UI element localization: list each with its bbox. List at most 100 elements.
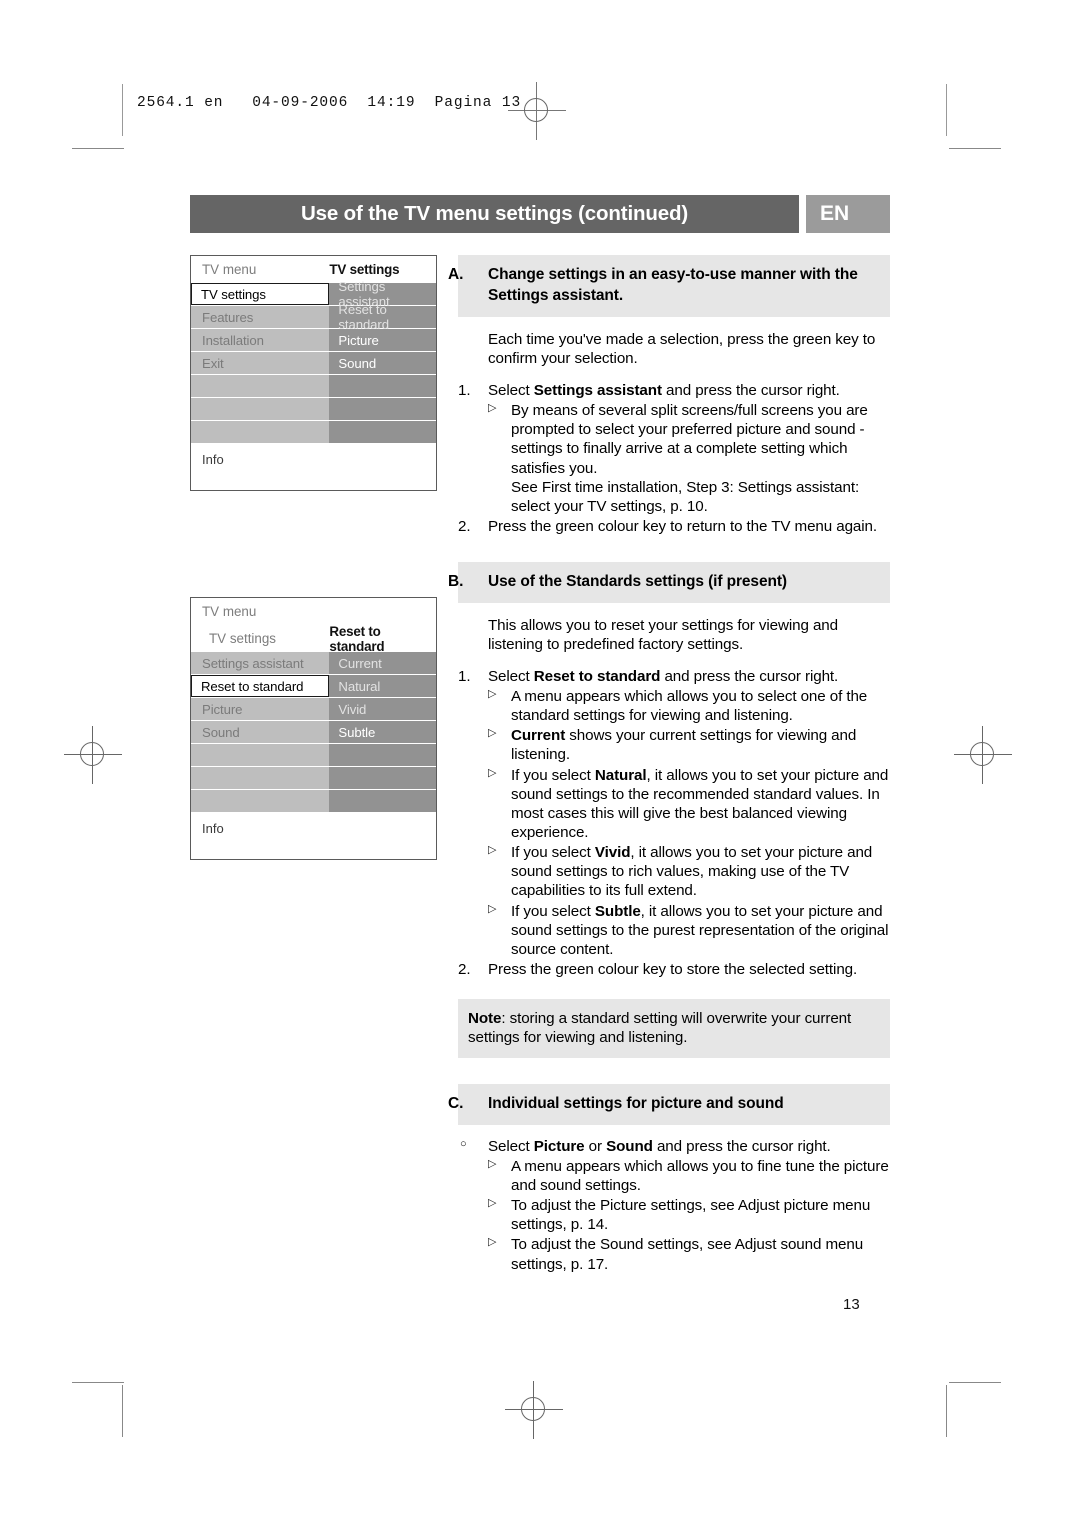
osd2-right-item-vivid[interactable]: Vivid bbox=[329, 698, 436, 720]
osd2-row[interactable]: Sound Subtle bbox=[191, 721, 436, 743]
section-c-label: C. bbox=[448, 1095, 464, 1113]
section-b-bullet-3-bold: Vivid bbox=[594, 844, 631, 862]
section-b-bullet-4-pre: If you select bbox=[511, 902, 595, 920]
osd1-right-item-picture[interactable]: Picture bbox=[329, 329, 436, 351]
section-a-bullet-1-continuation: See First time installation, Step 3: Set… bbox=[511, 478, 860, 515]
registration-mark-bottom bbox=[505, 1381, 563, 1439]
osd1-header-left: TV menu bbox=[202, 262, 257, 277]
triangle-bullet-icon: ▷ bbox=[488, 1157, 497, 1170]
section-b-step-2: 2. Press the green colour key to store th… bbox=[458, 960, 890, 979]
osd2-header-left: TV settings bbox=[209, 631, 276, 646]
page-title-bar: Use of the TV menu settings (continued) … bbox=[190, 195, 890, 233]
osd1-row[interactable]: Features Reset to standard bbox=[191, 302, 436, 332]
osd1-header-right: TV settings bbox=[329, 262, 400, 277]
language-badge: EN bbox=[806, 195, 890, 233]
osd1-left-item-exit[interactable]: Exit bbox=[191, 352, 330, 374]
osd2-left-item-sound[interactable]: Sound bbox=[191, 721, 330, 743]
osd1-row-empty bbox=[191, 421, 436, 443]
section-b-intro: This allows you to reset your settings f… bbox=[488, 616, 838, 653]
spacer-note-c bbox=[458, 1058, 890, 1084]
section-a-step-2-number: 2. bbox=[458, 518, 471, 536]
osd2-left-empty bbox=[191, 744, 330, 766]
note-box: Note: storing a standard setting will ov… bbox=[458, 999, 890, 1059]
content-columns: TV menu TV settings TV settings Settings… bbox=[190, 255, 890, 1274]
crop-mark-top-right-horizontal bbox=[949, 148, 1001, 149]
osd2-right-empty bbox=[329, 790, 436, 812]
section-b-step-1-number: 1. bbox=[458, 667, 471, 685]
section-a-step-2: 2. Press the green colour key to return t… bbox=[458, 517, 890, 536]
crop-mark-bottom-right-vertical bbox=[946, 1385, 947, 1437]
osd1-right-empty bbox=[329, 375, 436, 397]
osd1-left-item-installation[interactable]: Installation bbox=[191, 329, 330, 351]
osd1-right-empty bbox=[329, 421, 436, 443]
section-a-step-1-post: and press the cursor right. bbox=[661, 382, 840, 400]
section-c-item-bold-picture: Picture bbox=[533, 1137, 585, 1155]
osd2-left-item-reset-to-standard[interactable]: Reset to standard bbox=[191, 675, 330, 697]
triangle-bullet-icon: ▷ bbox=[488, 1236, 497, 1249]
osd2-row[interactable]: Picture Vivid bbox=[191, 698, 436, 720]
osd1-info-panel: Info bbox=[191, 444, 436, 490]
triangle-bullet-icon: ▷ bbox=[488, 727, 497, 740]
spacer-a-b bbox=[458, 536, 890, 562]
section-b-bullet-1-bold: Current bbox=[511, 727, 566, 745]
osd2-header-row: TV settings Reset to standard bbox=[191, 624, 436, 654]
note-label: Note bbox=[468, 1010, 502, 1028]
osd1-left-item-features[interactable]: Features bbox=[191, 306, 330, 328]
circle-bullet-icon: ○ bbox=[460, 1137, 467, 1150]
crop-mark-top-left-horizontal bbox=[72, 148, 124, 149]
triangle-bullet-icon: ▷ bbox=[488, 1197, 497, 1210]
osd1-right-empty bbox=[329, 398, 436, 420]
osd2-row[interactable]: Reset to standard Natural bbox=[191, 675, 436, 697]
section-c-item-bold-sound: Sound bbox=[606, 1137, 653, 1155]
osd1-right-item-reset-to-standard[interactable]: Reset to standard bbox=[329, 302, 436, 332]
crop-mark-bottom-left-vertical bbox=[122, 1385, 123, 1437]
osd2-row-empty bbox=[191, 767, 436, 789]
osd1-rows: TV settings Settings assistant Features … bbox=[191, 279, 436, 443]
tv-menu-diagram-1: TV menu TV settings TV settings Settings… bbox=[190, 255, 437, 491]
osd2-header-row-top: TV menu bbox=[191, 598, 436, 625]
registration-mark-top bbox=[508, 82, 566, 140]
section-b-heading-text: Use of the Standards settings (if presen… bbox=[488, 573, 787, 591]
section-a-step-1-bold: Settings assistant bbox=[533, 382, 662, 400]
osd2-row-empty bbox=[191, 744, 436, 766]
section-a-step-2-text: Press the green colour key to return to … bbox=[488, 518, 878, 536]
section-b-step-1-bold: Reset to standard bbox=[533, 667, 661, 685]
section-b-bullet-2-pre: If you select bbox=[511, 766, 595, 784]
section-c-item-post: and press the cursor right. bbox=[652, 1137, 831, 1155]
section-b-step-2-text: Press the green colour key to store the … bbox=[488, 960, 858, 978]
triangle-bullet-icon: ▷ bbox=[488, 402, 497, 415]
section-a-intro: Each time you've made a selection, press… bbox=[488, 330, 876, 367]
page-number: 13 bbox=[843, 1296, 860, 1313]
registration-mark-right bbox=[954, 726, 1012, 784]
osd1-left-item-tv-settings[interactable]: TV settings bbox=[191, 283, 330, 305]
osd2-left-empty bbox=[191, 767, 330, 789]
osd2-right-item-current[interactable]: Current bbox=[329, 652, 436, 674]
osd2-left-item-settings-assistant[interactable]: Settings assistant bbox=[191, 652, 330, 674]
section-b-step-1-pre: Select bbox=[488, 667, 534, 685]
osd2-right-item-natural[interactable]: Natural bbox=[329, 675, 436, 697]
osd1-row-empty bbox=[191, 398, 436, 420]
tv-menu-diagram-2: TV menu TV settings Reset to standard Se… bbox=[190, 597, 437, 860]
osd1-row-empty bbox=[191, 375, 436, 397]
osd1-row[interactable]: Installation Picture bbox=[191, 329, 436, 351]
section-c-item-mid: or bbox=[584, 1137, 607, 1155]
triangle-bullet-icon: ▷ bbox=[488, 766, 497, 779]
section-b-step-2-number: 2. bbox=[458, 960, 471, 978]
section-c-bullet: ▷ To adjust the Picture settings, see Adj… bbox=[458, 1196, 890, 1234]
triangle-bullet-icon: ▷ bbox=[488, 902, 497, 915]
section-b-bullet-2-bold: Natural bbox=[594, 766, 647, 784]
section-b-bullet: ▷ If you select Natural, it allows you to… bbox=[458, 766, 890, 843]
section-a-step-1: 1. Select Settings assistant and press th… bbox=[458, 381, 890, 400]
osd2-row[interactable]: Settings assistant Current bbox=[191, 652, 436, 674]
osd2-row-empty bbox=[191, 790, 436, 812]
registration-mark-left bbox=[64, 726, 122, 784]
section-c-bullet-1-text: To adjust the Picture settings, see Adju… bbox=[511, 1197, 871, 1234]
section-b-step-1-post: and press the cursor right. bbox=[660, 667, 839, 685]
section-b-bullet-3-pre: If you select bbox=[511, 844, 595, 862]
section-a-bullet-1-text: By means of several split screens/full s… bbox=[511, 402, 868, 477]
osd1-row[interactable]: Exit Sound bbox=[191, 352, 436, 374]
osd1-right-item-sound[interactable]: Sound bbox=[329, 352, 436, 374]
osd2-left-item-picture[interactable]: Picture bbox=[191, 698, 330, 720]
section-a-label: A. bbox=[448, 266, 464, 283]
osd2-right-item-subtle[interactable]: Subtle bbox=[329, 721, 436, 743]
